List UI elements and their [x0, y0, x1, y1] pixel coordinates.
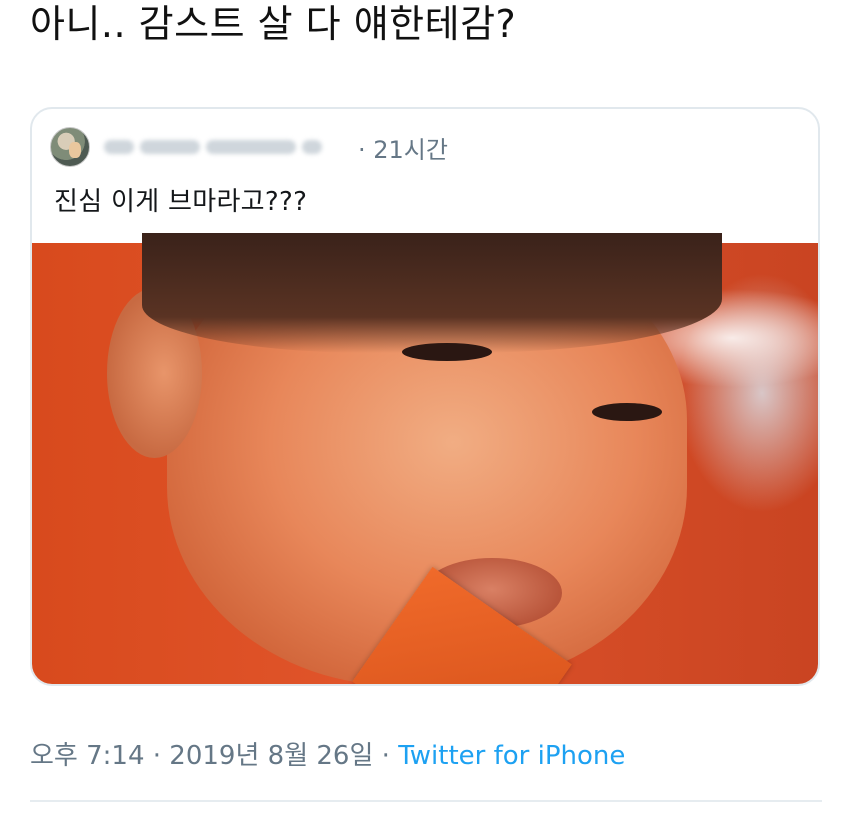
tweet-source-link[interactable]: Twitter for iPhone: [398, 741, 625, 771]
quoted-tweet-card[interactable]: · 21시간 진심 이게 브마라고???: [30, 107, 820, 686]
tweet-meta: 오후 7:14 · 2019년 8월 26일 · Twitter for iPh…: [30, 735, 625, 772]
blurred-username: [104, 134, 354, 160]
tweet-text: 아니.. 감스트 살 다 얘한테감?: [30, 2, 517, 46]
quoted-tweet-header: · 21시간: [50, 127, 448, 167]
tweet-time[interactable]: 오후 7:14: [30, 741, 145, 771]
quoted-tweet-text: 진심 이게 브마라고???: [54, 187, 308, 217]
photo-left-eye: [402, 343, 492, 361]
avatar[interactable]: [50, 127, 90, 167]
quoted-tweet-time[interactable]: · 21시간: [358, 130, 448, 165]
meta-separator: ·: [144, 741, 170, 771]
photo-hair: [142, 233, 722, 353]
tweet-date[interactable]: 2019년 8월 26일: [169, 741, 373, 771]
meta-separator: ·: [373, 741, 399, 771]
photo-right-eye: [592, 403, 662, 421]
divider: [30, 800, 822, 802]
quoted-tweet-photo[interactable]: [32, 233, 818, 684]
